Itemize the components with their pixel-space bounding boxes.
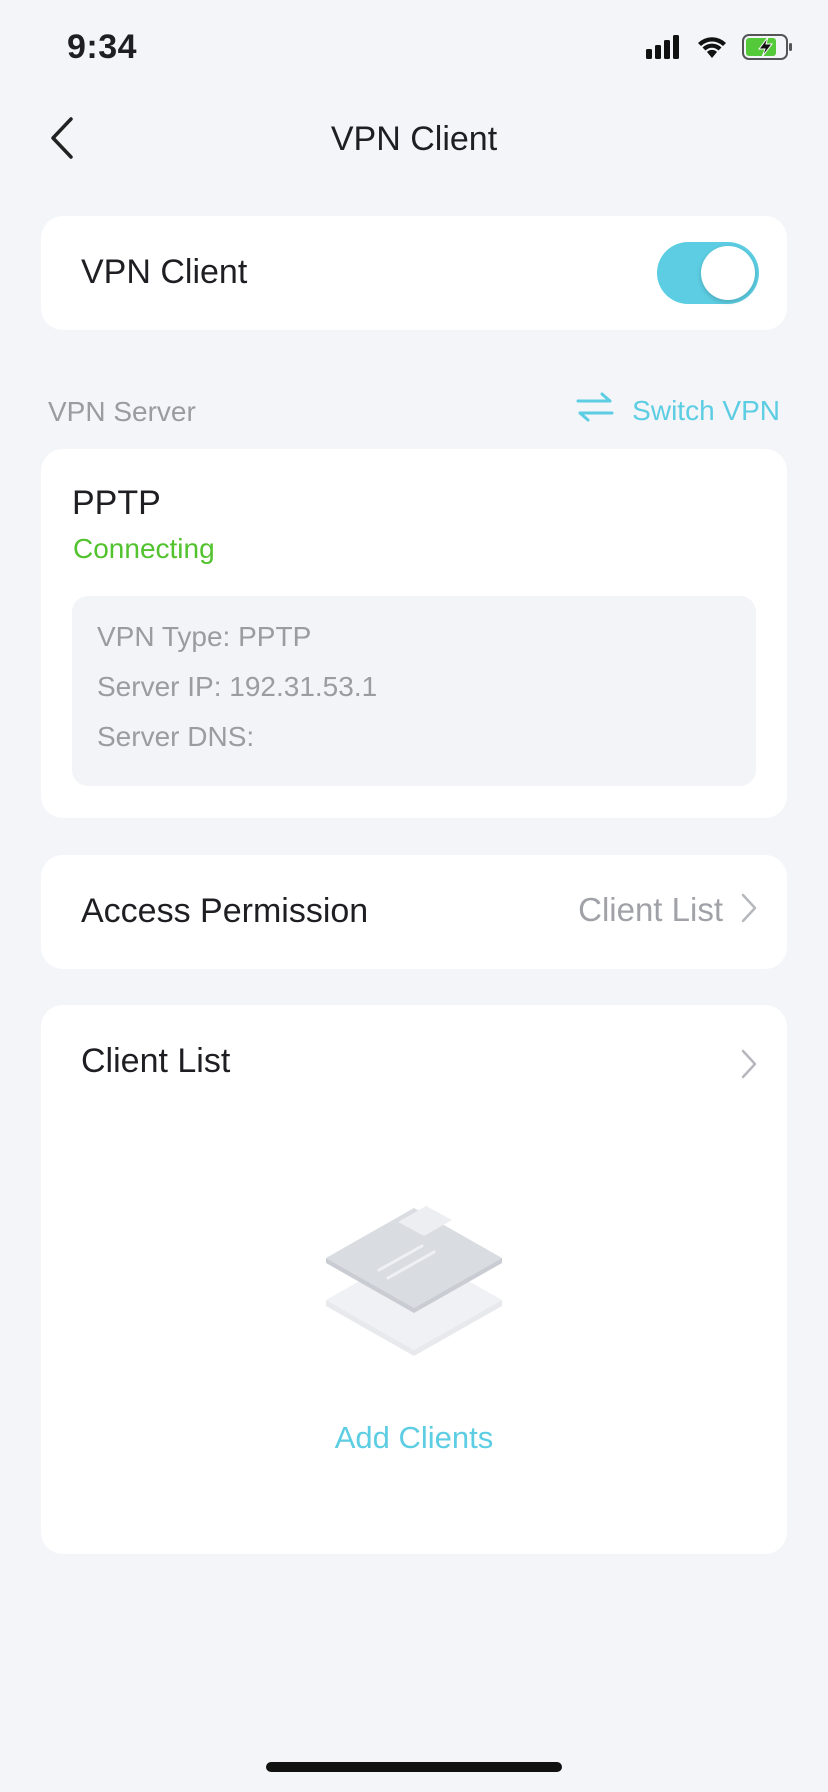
wifi-icon (696, 35, 728, 64)
access-permission-label: Access Permission (81, 892, 369, 930)
status-bar: 9:34 (0, 0, 828, 100)
server-name: PPTP (72, 484, 161, 522)
add-clients-button[interactable]: Add Clients (41, 1420, 787, 1456)
chevron-right-icon[interactable] (741, 1049, 757, 1084)
toggle-knob (701, 246, 755, 300)
nav-bar: VPN Client (0, 100, 828, 180)
vpn-client-toggle-card: VPN Client (41, 216, 787, 330)
vpn-type-line: VPN Type: PPTP (97, 621, 312, 652)
vpn-server-section-header: VPN Server Switch VPN (48, 392, 780, 432)
vpn-server-section-label: VPN Server (48, 396, 196, 427)
chevron-right-icon (741, 893, 757, 928)
vpn-server-card[interactable]: PPTP Connecting VPN Type: PPTP Server IP… (41, 449, 787, 818)
server-ip-line: Server IP: 192.31.53.1 (97, 671, 378, 702)
server-details-box: VPN Type: PPTP Server IP: 192.31.53.1 Se… (72, 596, 756, 786)
vpn-client-toggle-label: VPN Client (81, 253, 248, 291)
access-permission-value: Client List (578, 891, 723, 928)
access-permission-value-group: Client List (578, 891, 757, 929)
screen: 9:34 VPN Client VPN Client VPN Server Sw… (0, 0, 828, 1792)
vpn-client-toggle[interactable] (657, 242, 759, 304)
status-icons (646, 34, 794, 65)
home-indicator[interactable] (266, 1762, 562, 1772)
page-title: VPN Client (330, 120, 498, 158)
battery-charging-icon (742, 34, 794, 65)
client-list-label[interactable]: Client List (81, 1042, 230, 1081)
client-list-card: Client List Add Clients (41, 1005, 787, 1554)
server-status: Connecting (73, 533, 215, 564)
cellular-signal-icon (646, 35, 682, 64)
empty-clients-illustration (324, 1200, 504, 1375)
status-time: 9:34 (67, 28, 138, 66)
switch-vpn-label: Switch VPN (632, 394, 780, 426)
switch-arrows-icon (576, 392, 614, 429)
switch-vpn-button[interactable]: Switch VPN (576, 392, 780, 429)
server-dns-line: Server DNS: (97, 721, 255, 752)
access-permission-row[interactable]: Access Permission Client List (41, 855, 787, 969)
